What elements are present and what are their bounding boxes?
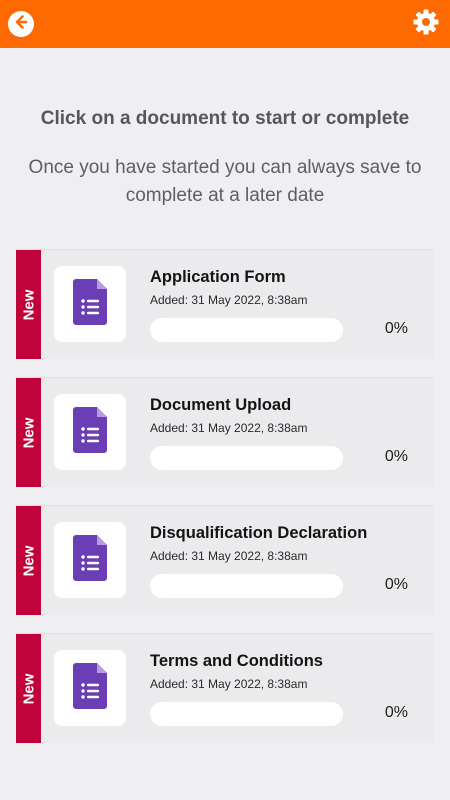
document-card-1[interactable]: New Application Form Added: 31 May 2022,… — [16, 249, 434, 359]
document-added-date: Added: 31 May 2022, 8:38am — [150, 421, 308, 435]
new-badge: New — [16, 634, 41, 743]
document-form-icon — [73, 278, 107, 330]
new-badge-label: New — [20, 545, 37, 576]
document-card-4[interactable]: New Terms and Conditions Added: 31 May 2… — [16, 633, 434, 743]
progress-bar — [150, 318, 343, 342]
progress-percent: 0% — [384, 704, 408, 721]
new-badge-label: New — [20, 289, 37, 320]
document-form-icon — [73, 662, 107, 714]
document-added-date: Added: 31 May 2022, 8:38am — [150, 677, 308, 691]
document-icon-tile — [54, 650, 126, 726]
page-subheading: Once you have started you can always sav… — [28, 157, 422, 206]
document-form-icon — [73, 534, 107, 586]
progress-percent: 0% — [384, 320, 408, 337]
document-card-3[interactable]: New Disqualification Declaration Added: … — [16, 505, 434, 615]
document-title: Document Upload — [150, 396, 292, 414]
progress-bar — [150, 702, 343, 726]
document-title: Terms and Conditions — [150, 652, 323, 670]
progress-percent: 0% — [384, 448, 408, 465]
back-button[interactable] — [8, 11, 34, 37]
document-list: New Application Form Added: 31 May 2022,… — [16, 249, 434, 761]
gear-icon — [412, 8, 440, 41]
document-card-2[interactable]: New Document Upload Added: 31 May 2022, … — [16, 377, 434, 487]
page-heading: Click on a document to start or complete — [40, 108, 410, 129]
new-badge: New — [16, 378, 41, 487]
document-added-date: Added: 31 May 2022, 8:38am — [150, 293, 308, 307]
document-title: Application Form — [150, 268, 286, 286]
document-title: Disqualification Declaration — [150, 524, 368, 542]
new-badge-label: New — [20, 673, 37, 704]
new-badge: New — [16, 250, 41, 359]
new-badge-label: New — [20, 417, 37, 448]
settings-button[interactable] — [410, 8, 442, 40]
document-added-date: Added: 31 May 2022, 8:38am — [150, 549, 308, 563]
new-badge: New — [16, 506, 41, 615]
progress-bar — [150, 446, 343, 470]
document-icon-tile — [54, 394, 126, 470]
top-bar — [0, 0, 450, 48]
document-form-icon — [73, 406, 107, 458]
document-icon-tile — [54, 522, 126, 598]
arrow-left-icon — [12, 13, 30, 36]
document-icon-tile — [54, 266, 126, 342]
progress-bar — [150, 574, 343, 598]
progress-percent: 0% — [384, 576, 408, 593]
